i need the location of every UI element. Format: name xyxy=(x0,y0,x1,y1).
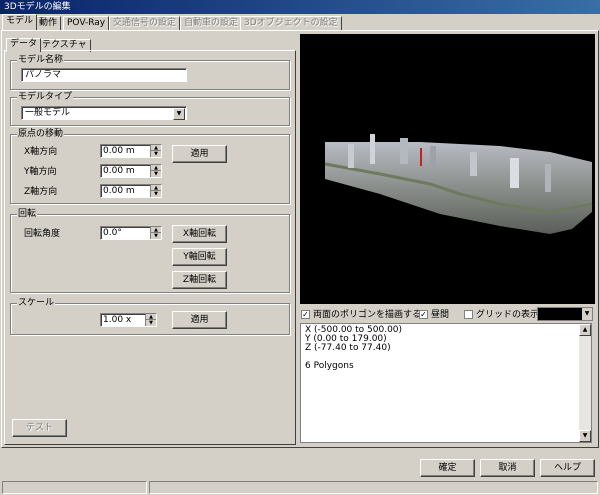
grid-label: グリッドの表示 xyxy=(476,310,540,320)
rotation-angle-label: 回転角度 xyxy=(24,229,61,239)
scale-apply-button[interactable]: 適用 xyxy=(172,311,227,329)
double-sided-checkbox[interactable]: ✓ 両面のポリゴンを描画する xyxy=(301,310,421,321)
info-scrollbar[interactable]: ▲ ▼ xyxy=(579,324,591,442)
scroll-down-icon[interactable]: ▼ xyxy=(579,430,591,442)
status-cell-1 xyxy=(2,481,147,494)
window-title: 3Dモデルの編集 xyxy=(0,0,600,14)
rotation-title: 回転 xyxy=(17,209,38,219)
background-color-picker[interactable]: ▼ xyxy=(537,307,593,321)
model-name-input[interactable]: パノラマ xyxy=(21,68,187,82)
z-axis-label: Z軸方向 xyxy=(24,187,58,197)
scroll-up-icon[interactable]: ▲ xyxy=(579,324,591,336)
model-type-value: 一般モデル xyxy=(25,108,71,118)
tab-motion[interactable]: 動作 xyxy=(35,16,62,30)
z-axis-spinner[interactable]: ▲ ▼ xyxy=(150,185,161,197)
scale-input[interactable]: 1.00 x ▲ ▼ xyxy=(100,313,157,327)
y-rotate-button[interactable]: Y軸回転 xyxy=(172,248,227,266)
status-cell-2 xyxy=(149,481,598,494)
panorama-model-render xyxy=(324,134,593,234)
spin-down-icon[interactable]: ▼ xyxy=(151,191,161,197)
origin-apply-button[interactable]: 適用 xyxy=(172,145,227,163)
daytime-checkbox[interactable]: ✓ 昼間 xyxy=(419,310,449,321)
double-sided-label: 両面のポリゴンを描画する xyxy=(313,310,422,320)
status-bar xyxy=(0,480,600,495)
y-axis-input[interactable]: 0.00 m ▲ ▼ xyxy=(100,164,162,178)
rotation-angle-spinner[interactable]: ▲ ▼ xyxy=(150,227,161,239)
tab-car-settings: 自動車の設定 xyxy=(180,16,243,30)
z-range-text: Z (-77.40 to 77.40) xyxy=(305,343,391,353)
check-icon[interactable]: ✓ xyxy=(301,310,310,319)
x-axis-value: 0.00 m xyxy=(103,146,135,156)
y-axis-label: Y軸方向 xyxy=(24,167,57,177)
rotation-angle-input[interactable]: 0.0° ▲ ▼ xyxy=(100,226,162,240)
tab-traffic-signal: 交通信号の設定 xyxy=(109,16,181,30)
polygon-count-text: 6 Polygons xyxy=(305,361,354,371)
model-type-title: モデルタイプ xyxy=(17,92,74,102)
origin-move-title: 原点の移動 xyxy=(17,129,65,139)
model-edit-window: 3Dモデルの編集 モデル 動作 POV-Ray 交通信号の設定 自動車の設定 3… xyxy=(0,0,600,495)
cancel-button[interactable]: 取消 xyxy=(480,459,535,477)
check-icon[interactable]: ✓ xyxy=(419,310,428,319)
z-rotate-button[interactable]: Z軸回転 xyxy=(172,271,227,289)
spin-down-icon[interactable]: ▼ xyxy=(146,320,156,326)
y-axis-spinner[interactable]: ▲ ▼ xyxy=(150,165,161,177)
dropdown-arrow-icon[interactable]: ▼ xyxy=(582,308,592,320)
tab-povray[interactable]: POV-Ray xyxy=(63,16,110,30)
3d-preview-viewport[interactable] xyxy=(300,34,595,304)
scale-value: 1.00 x xyxy=(103,315,132,325)
model-type-select[interactable]: 一般モデル ▼ xyxy=(21,106,187,120)
rotation-angle-value: 0.0° xyxy=(103,228,122,238)
model-info-box: X (-500.00 to 500.00) Y (0.00 to 179.00)… xyxy=(300,323,592,443)
x-axis-spinner[interactable]: ▲ ▼ xyxy=(150,145,161,157)
help-button[interactable]: ヘルプ xyxy=(540,459,595,477)
checkbox-empty-icon[interactable] xyxy=(464,310,473,319)
scale-spinner[interactable]: ▲ ▼ xyxy=(145,314,156,326)
dropdown-arrow-icon[interactable]: ▼ xyxy=(173,108,185,120)
spin-down-icon[interactable]: ▼ xyxy=(151,151,161,157)
x-rotate-button[interactable]: X軸回転 xyxy=(172,225,227,243)
scroll-track[interactable] xyxy=(579,336,591,430)
z-axis-value: 0.00 m xyxy=(103,186,135,196)
y-axis-value: 0.00 m xyxy=(103,166,135,176)
main-tab-bar: モデル 動作 POV-Ray 交通信号の設定 自動車の設定 3Dオブジェクトの設… xyxy=(0,14,600,30)
ok-button[interactable]: 確定 xyxy=(420,459,475,477)
z-axis-input[interactable]: 0.00 m ▲ ▼ xyxy=(100,184,162,198)
daytime-label: 昼間 xyxy=(431,310,450,320)
grid-checkbox[interactable]: グリッドの表示 xyxy=(464,310,539,321)
subtab-data[interactable]: データ xyxy=(6,38,42,52)
scale-title: スケール xyxy=(17,298,56,308)
model-name-title: モデル名称 xyxy=(17,55,65,65)
x-axis-input[interactable]: 0.00 m ▲ ▼ xyxy=(100,144,162,158)
x-axis-label: X軸方向 xyxy=(24,147,58,157)
test-button: テスト xyxy=(12,419,67,437)
spin-down-icon[interactable]: ▼ xyxy=(151,233,161,239)
spin-down-icon[interactable]: ▼ xyxy=(151,171,161,177)
tab-model[interactable]: モデル xyxy=(2,14,38,30)
tab-3d-object-settings: 3Dオブジェクトの設定 xyxy=(240,16,342,30)
